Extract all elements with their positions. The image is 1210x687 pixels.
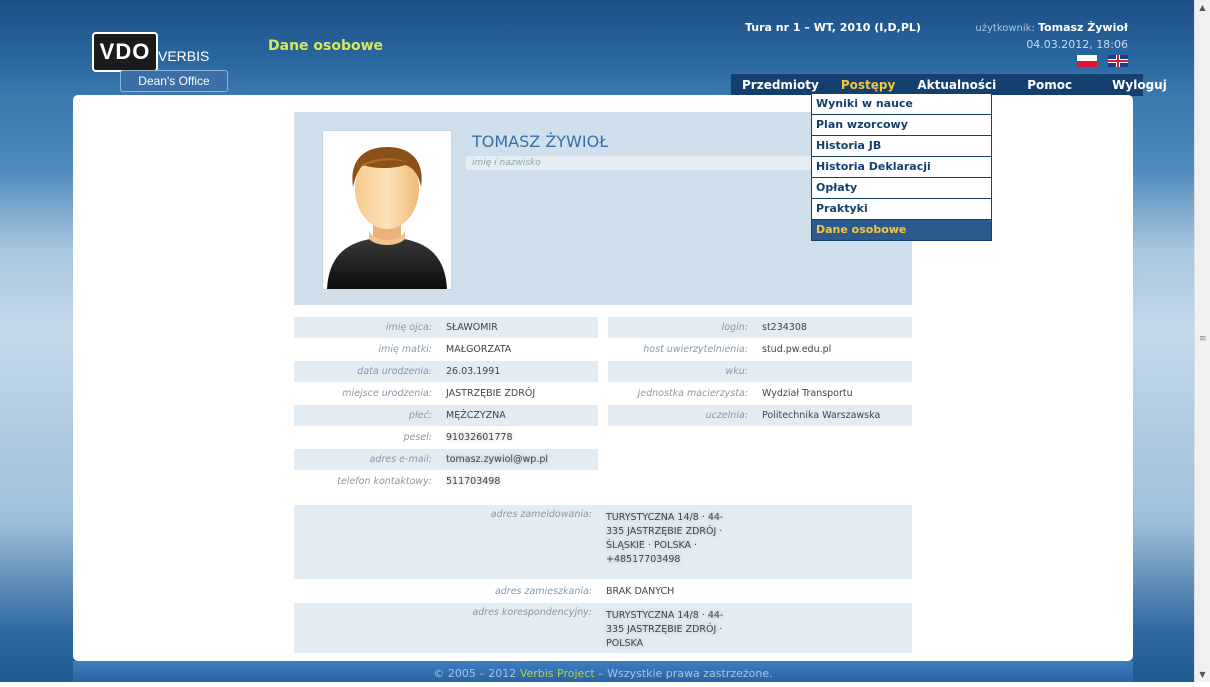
field-value: TURYSTYCZNA 14/8 · 44-335 JASTRZĘBIE ZDR… <box>606 610 724 649</box>
field-value: BRAK DANYCH <box>606 586 675 597</box>
field-adres-email: adres e-mail: tomasz.zywiol@wp.pl <box>294 449 598 470</box>
logo-verbis: VERBIS <box>158 48 210 64</box>
scroll-grip-icon[interactable]: ≡ <box>1199 334 1207 344</box>
field-label: adres korespondencyjny: <box>472 607 592 618</box>
field-adres-korespondencyjny: adres korespondencyjny: TURYSTYCZNA 14/8… <box>294 603 912 653</box>
tura-info: Tura nr 1 – WT, 2010 (I,D,PL) <box>745 21 921 34</box>
menu-plan-wzorcowy[interactable]: Plan wzorcowy <box>812 115 991 136</box>
field-value: st234308 <box>762 322 807 333</box>
field-host: host uwierzytelnienia: stud.pw.edu.pl <box>608 339 912 360</box>
field-uczelnia: uczelnia: Politechnika Warszawska <box>608 405 912 426</box>
menu-historia-jb[interactable]: Historia JB <box>812 136 991 157</box>
scroll-down-arrow-icon[interactable]: ▼ <box>1195 667 1210 682</box>
scroll-up-arrow-icon[interactable]: ▲ <box>1195 0 1210 15</box>
page-title: Dane osobowe <box>268 38 384 54</box>
field-telefon: telefon kontaktowy: 511703498 <box>294 471 598 492</box>
field-miejsce-urodzenia: miejsce urodzenia: JASTRZĘBIE ZDRÓJ <box>294 383 598 404</box>
avatar <box>322 130 452 290</box>
field-label: host uwierzytelnienia: <box>643 344 748 355</box>
field-label: wku: <box>725 366 749 377</box>
field-label: płeć: <box>408 410 432 421</box>
field-imie-matki: imię matki: MAŁGORZATA <box>294 339 598 360</box>
datetime: 04.03.2012, 18:06 <box>1026 38 1128 51</box>
field-label: uczelnia: <box>705 410 748 421</box>
field-label: login: <box>721 322 748 333</box>
menu-oplaty[interactable]: Opłaty <box>812 178 991 199</box>
field-label: imię ojca: <box>385 322 432 333</box>
field-adres-zameldowania: adres zameldowania: TURYSTYCZNA 14/8 · 4… <box>294 505 912 579</box>
user-name: Tomasz Żywioł <box>1038 21 1128 34</box>
field-value: Wydział Transportu <box>762 388 853 399</box>
vdo-logo[interactable]: VDO VERBIS Dean's Office <box>92 32 228 92</box>
field-pesel: pesel: 91032601778 <box>294 427 598 448</box>
field-label: adres zamieszkania: <box>494 586 592 597</box>
language-switcher <box>1071 55 1128 74</box>
field-label: adres zameldowania: <box>490 509 592 520</box>
field-login: login: st234308 <box>608 317 912 338</box>
user-info: użytkownik: Tomasz Żywioł <box>975 21 1128 34</box>
user-label: użytkownik: <box>975 23 1035 34</box>
field-value: MĘŻCZYZNA <box>446 410 506 421</box>
field-value: 91032601778 <box>446 432 513 443</box>
field-value: JASTRZĘBIE ZDRÓJ <box>446 388 536 399</box>
field-value: TURYSTYCZNA 14/8 · 44-335 JASTRZĘBIE ZDR… <box>606 512 724 565</box>
english-flag-icon[interactable] <box>1108 55 1128 67</box>
field-value <box>756 361 912 382</box>
menu-praktyki[interactable]: Praktyki <box>812 199 991 220</box>
nav-pomoc[interactable]: Pomoc <box>1007 74 1092 96</box>
footer-copyright: © 2005 – 2012 <box>433 667 520 680</box>
field-adres-zamieszkania: adres zamieszkania: BRAK DANYCH <box>294 581 912 602</box>
field-plec: płeć: MĘŻCZYZNA <box>294 405 598 426</box>
field-wku: wku: <box>608 361 912 382</box>
field-label: miejsce urodzenia: <box>342 388 432 399</box>
field-label: pesel: <box>403 432 432 443</box>
field-value: stud.pw.edu.pl <box>762 344 832 355</box>
logo-deans-office: Dean's Office <box>120 70 228 92</box>
menu-historia-deklaracji[interactable]: Historia Deklaracji <box>812 157 991 178</box>
field-data-urodzenia: data urodzenia: 26.03.1991 <box>294 361 598 382</box>
logo-vdo: VDO <box>92 32 158 72</box>
postepy-dropdown: Wyniki w nauce Plan wzorcowy Historia JB… <box>811 93 992 241</box>
field-label: jednostka macierzysta: <box>637 388 748 399</box>
field-value: tomasz.zywiol@wp.pl <box>446 454 549 465</box>
field-label: adres e-mail: <box>369 454 432 465</box>
field-imie-ojca: imię ojca: SŁAWOMIR <box>294 317 598 338</box>
field-label: imię matki: <box>378 344 432 355</box>
full-name: TOMASZ ŻYWIOŁ <box>472 132 609 151</box>
field-value: SŁAWOMIR <box>446 322 498 333</box>
field-value: Politechnika Warszawska <box>762 410 881 421</box>
vertical-scrollbar[interactable]: ▲ ≡ ▼ <box>1194 0 1210 682</box>
person-silhouette-icon <box>327 147 447 289</box>
field-label: data urodzenia: <box>357 366 432 377</box>
polish-flag-icon[interactable] <box>1076 55 1097 67</box>
footer: © 2005 – 2012 Verbis Project – Wszystkie… <box>73 661 1133 682</box>
menu-wyniki-w-nauce[interactable]: Wyniki w nauce <box>812 94 991 115</box>
nav-wyloguj[interactable]: Wyloguj <box>1092 74 1167 96</box>
field-value: 26.03.1991 <box>446 366 501 377</box>
field-value: 511703498 <box>446 476 501 487</box>
field-label: telefon kontaktowy: <box>337 476 432 487</box>
footer-brand-link[interactable]: Verbis Project <box>520 667 595 680</box>
field-jednostka: jednostka macierzysta: Wydział Transport… <box>608 383 912 404</box>
footer-rights: – Wszystkie prawa zastrzeżone. <box>594 667 773 680</box>
menu-dane-osobowe[interactable]: Dane osobowe <box>812 220 991 240</box>
field-value: MAŁGORZATA <box>446 344 512 355</box>
